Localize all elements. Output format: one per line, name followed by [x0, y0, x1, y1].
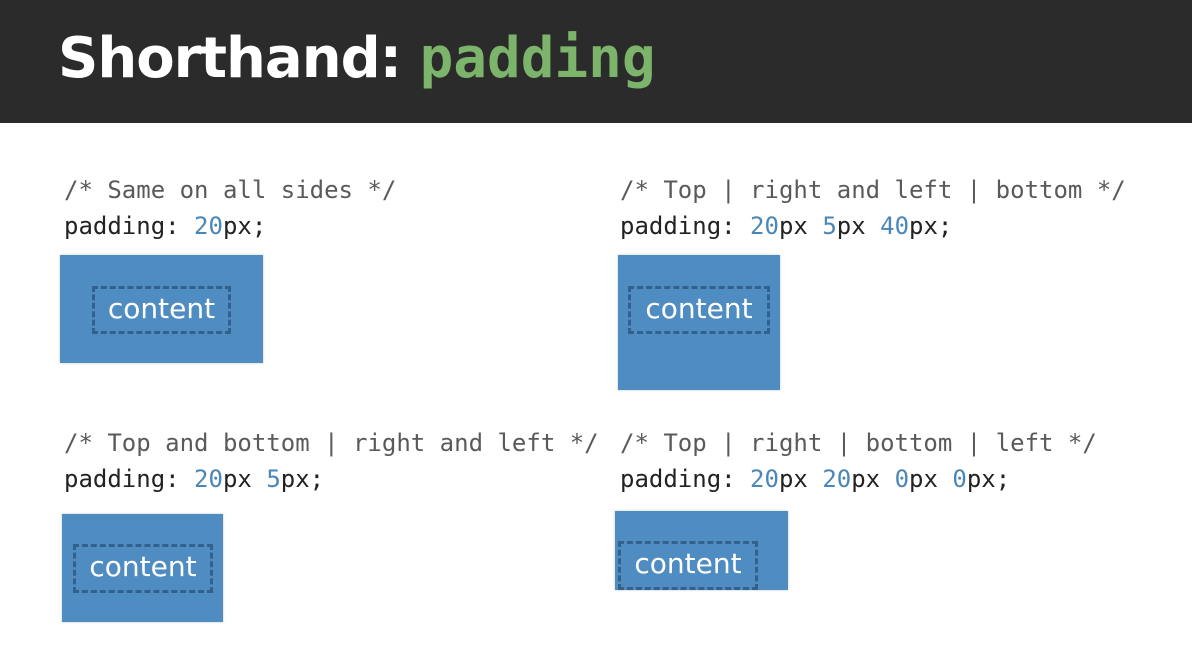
- example-four-values-code: /* Top | right | bottom | left */ paddin…: [620, 425, 1097, 497]
- content-area: content: [618, 541, 758, 590]
- code-number: 20: [750, 465, 779, 493]
- content-area: content: [92, 286, 231, 334]
- title-prefix: Shorthand:: [58, 26, 420, 91]
- code-unit: px;: [909, 212, 953, 240]
- slide-header: Shorthand: padding: [0, 0, 1192, 123]
- code-unit: px: [851, 465, 895, 493]
- code-number: 5: [822, 212, 837, 240]
- code-property: padding:: [620, 465, 751, 493]
- code-property: padding:: [64, 465, 195, 493]
- code-number: 20: [750, 212, 779, 240]
- code-unit: px: [909, 465, 953, 493]
- code-unit: px;: [966, 465, 1011, 493]
- code-number: 0: [952, 465, 967, 493]
- content-area: content: [73, 544, 213, 593]
- code-number: 0: [894, 465, 910, 493]
- code-number: 40: [880, 212, 910, 240]
- code-comment: /* Same on all sides */: [64, 176, 397, 204]
- code-property: padding:: [64, 212, 195, 240]
- code-number: 20: [822, 465, 852, 493]
- code-number: 20: [194, 212, 223, 240]
- code-unit: px: [778, 212, 823, 240]
- code-unit: px: [836, 212, 881, 240]
- code-unit: px: [778, 465, 823, 493]
- code-unit: px: [222, 465, 267, 493]
- padding-box-four-values: content: [615, 511, 788, 590]
- example-all-sides-code: /* Same on all sides */ padding: 20px;: [64, 172, 396, 244]
- code-comment: /* Top | right | bottom | left */: [620, 429, 1097, 457]
- example-two-values-code: /* Top and bottom | right and left */ pa…: [64, 425, 599, 497]
- title-keyword: padding: [419, 26, 656, 91]
- content-area: content: [628, 286, 770, 334]
- padding-box-two-values: content: [62, 514, 223, 622]
- code-comment: /* Top | right and left | bottom */: [620, 176, 1126, 204]
- slide-title: Shorthand: padding: [58, 24, 656, 94]
- padding-box-three-values: content: [618, 255, 780, 390]
- example-three-values-code: /* Top | right and left | bottom */ padd…: [620, 172, 1126, 244]
- code-property: padding:: [620, 212, 751, 240]
- code-comment: /* Top and bottom | right and left */: [64, 429, 599, 457]
- code-number: 20: [194, 465, 223, 493]
- code-number: 5: [266, 465, 281, 493]
- code-unit: px;: [280, 465, 325, 493]
- code-unit: px;: [222, 212, 267, 240]
- padding-box-all-sides: content: [60, 255, 263, 363]
